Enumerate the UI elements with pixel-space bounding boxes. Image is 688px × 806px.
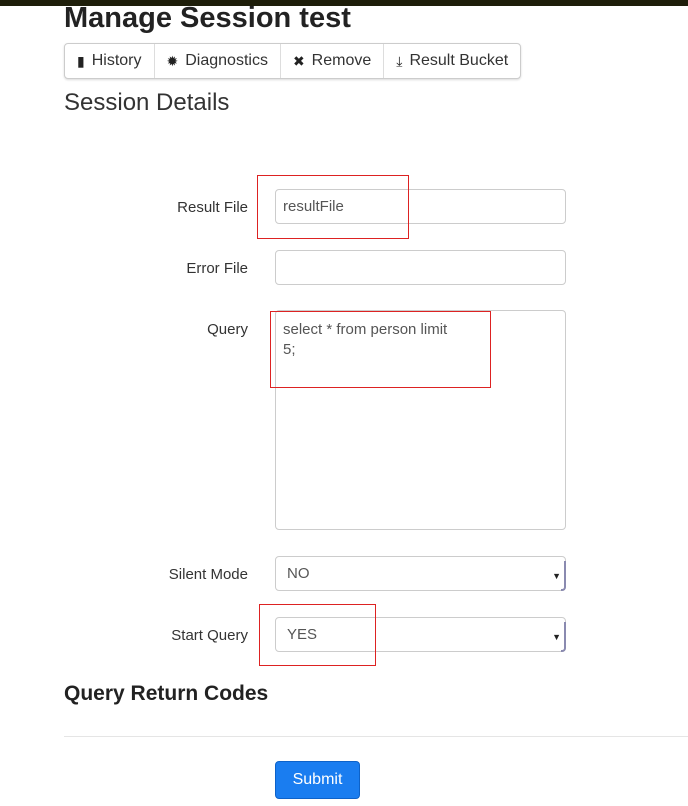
download-icon: ⤓ — [396, 52, 403, 69]
error-file-input[interactable] — [275, 250, 566, 285]
query-label: Query — [207, 321, 248, 338]
action-toolbar: ▮ History ✹ Diagnostics ✖ Remove ⤓ Result Bu… — [64, 43, 522, 79]
diagnostics-label: Diagnostics — [185, 52, 268, 69]
remove-label: Remove — [311, 52, 372, 69]
start-query-label: Start Query — [171, 627, 248, 644]
return-codes-title: Query Return Codes — [64, 682, 269, 705]
result-bucket-button[interactable]: ⤓ Result Bucket — [384, 44, 520, 78]
page-title: Manage Session test — [64, 2, 351, 34]
error-file-label: Error File — [186, 260, 248, 277]
divider — [64, 736, 688, 737]
highlight-box — [259, 604, 376, 666]
silent-mode-value: NO — [287, 565, 310, 582]
submit-button[interactable]: Submit — [275, 761, 360, 799]
silent-mode-select[interactable]: NO ▼ — [275, 556, 566, 591]
remove-button[interactable]: ✖ Remove — [281, 44, 385, 78]
book-icon: ▮ — [77, 52, 85, 69]
gear-icon: ✹ — [166, 52, 179, 69]
highlight-box — [270, 311, 491, 388]
highlight-box — [257, 175, 409, 239]
close-icon: ✖ — [292, 52, 305, 69]
diagnostics-button[interactable]: ✹ Diagnostics — [155, 44, 281, 78]
silent-mode-label: Silent Mode — [168, 566, 248, 583]
select-edge — [561, 561, 566, 591]
result-file-label: Result File — [177, 199, 248, 216]
history-button[interactable]: ▮ History — [65, 44, 155, 78]
result-bucket-label: Result Bucket — [409, 52, 509, 69]
caret-down-icon: ▼ — [552, 632, 561, 642]
caret-down-icon: ▼ — [552, 571, 561, 581]
select-edge — [561, 622, 566, 652]
section-title: Session Details — [64, 89, 230, 116]
history-label: History — [91, 52, 142, 69]
